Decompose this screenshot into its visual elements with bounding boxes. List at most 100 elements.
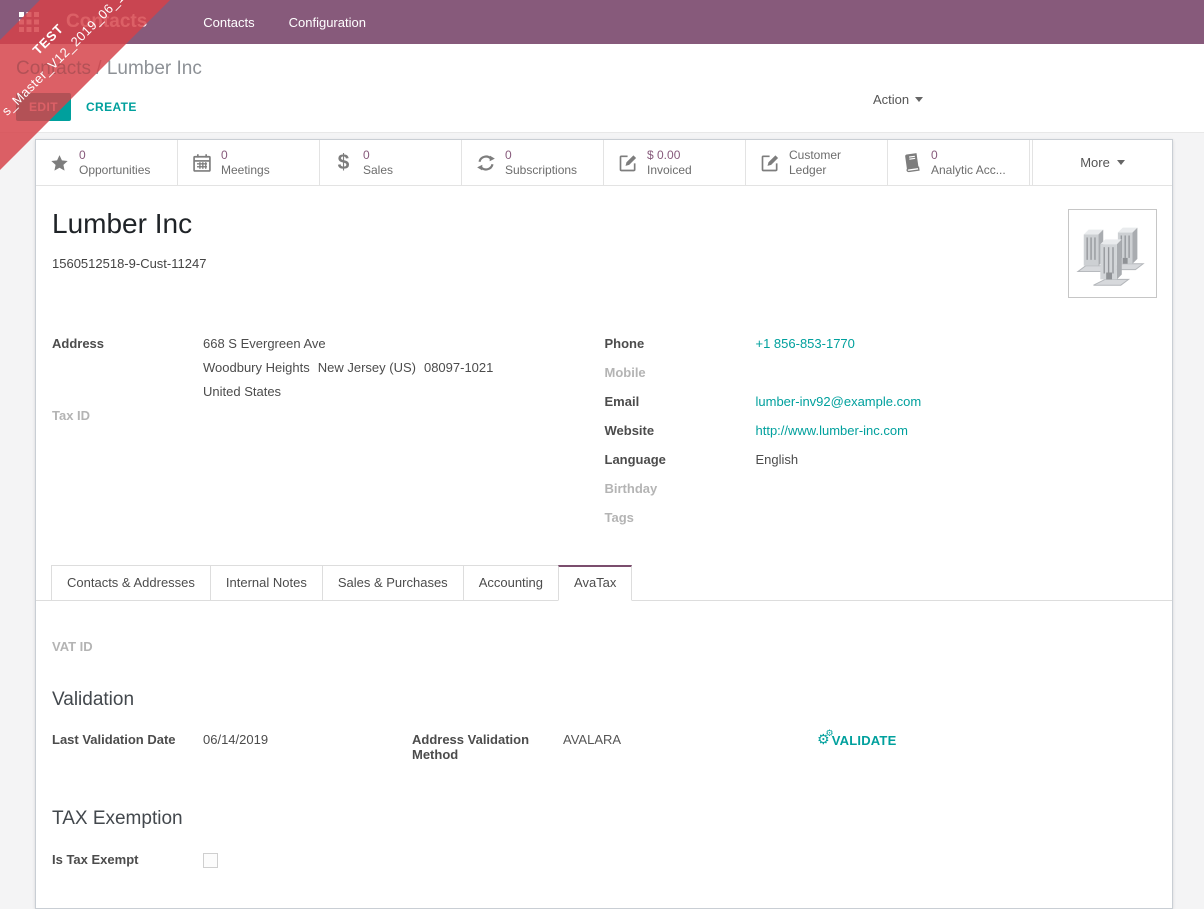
dollar-icon: $ — [333, 152, 354, 173]
address-validation-method-value: AVALARA — [563, 732, 621, 762]
address-value: 668 S Evergreen Ave Woodbury Heights New … — [203, 334, 493, 401]
field-last-validation-date: Last Validation Date 06/14/2019 — [52, 732, 412, 747]
more-dropdown[interactable]: More — [1032, 140, 1172, 185]
stat-button-customer-ledger[interactable]: Customer Ledger — [746, 140, 888, 185]
company-avatar[interactable] — [1068, 209, 1157, 298]
validation-section-title: Validation — [52, 689, 1157, 711]
breadcrumb-parent-link[interactable]: Contacts — [16, 58, 91, 79]
language-label: Language — [605, 450, 756, 474]
tab-avatax[interactable]: AvaTax — [558, 565, 632, 601]
address-zip: 08097-1021 — [424, 360, 493, 375]
address-state: New Jersey (US) — [318, 360, 416, 375]
is-tax-exempt-label: Is Tax Exempt — [52, 852, 203, 867]
avatax-tab-content: VAT ID Validation Last Validation Date 0… — [36, 601, 1172, 908]
buildings-icon — [1074, 215, 1152, 293]
validation-row: Last Validation Date 06/14/2019 Address … — [52, 732, 1157, 762]
stat-label: Meetings — [221, 163, 270, 178]
tax-exemption-section-title: TAX Exemption — [52, 808, 1157, 830]
stat-button-analytic-accounts[interactable]: 0 Analytic Acc... — [888, 140, 1030, 185]
top-navbar: Contacts Contacts Configuration — [0, 0, 1204, 44]
create-button[interactable]: CREATE — [86, 100, 137, 114]
star-icon — [49, 153, 70, 173]
stat-value: $ 0.00 — [647, 148, 692, 163]
address-city: Woodbury Heights — [203, 360, 310, 375]
app-title[interactable]: Contacts — [66, 11, 147, 33]
navbar-menus: Contacts Configuration — [203, 15, 366, 30]
stat-label: Opportunities — [79, 163, 150, 178]
stat-label: Analytic Acc... — [931, 163, 1006, 178]
email-value[interactable]: lumber-inv92@example.com — [756, 392, 922, 416]
breadcrumb-current: Lumber Inc — [107, 58, 202, 79]
stat-label-line1: Customer — [789, 148, 841, 163]
phone-value[interactable]: +1 856-853-1770 — [756, 334, 855, 358]
address-label: Address — [52, 334, 203, 401]
validate-button[interactable]: ⚙⚙ VALIDATE — [817, 732, 896, 748]
apps-grid-icon[interactable] — [16, 9, 42, 35]
birthday-label: Birthday — [605, 479, 756, 503]
chevron-down-icon — [1117, 160, 1125, 165]
field-email: Email lumber-inv92@example.com — [605, 392, 1158, 416]
breadcrumb-separator: / — [96, 58, 107, 79]
stat-label: Invoiced — [647, 163, 692, 178]
email-label: Email — [605, 392, 756, 416]
refresh-icon — [475, 153, 496, 173]
more-dropdown-label: More — [1080, 155, 1110, 170]
tax-exemption-row: Is Tax Exempt — [52, 852, 1157, 868]
control-panel: Contacts / Lumber Inc EDIT CREATE Action — [0, 44, 1204, 133]
stat-label: Sales — [363, 163, 393, 178]
calendar-icon — [191, 153, 212, 173]
tab-internal-notes[interactable]: Internal Notes — [210, 565, 323, 601]
stat-button-invoiced[interactable]: $ 0.00 Invoiced — [604, 140, 746, 185]
apps-grid-icon-svg — [19, 12, 39, 32]
stat-button-subscriptions[interactable]: 0 Subscriptions — [462, 140, 604, 185]
edit-button[interactable]: EDIT — [16, 93, 71, 121]
record-name: Lumber Inc — [52, 208, 206, 240]
action-dropdown[interactable]: Action — [873, 92, 923, 107]
stat-button-sales[interactable]: $ 0 Sales — [320, 140, 462, 185]
chevron-down-icon — [915, 97, 923, 102]
stat-button-opportunities[interactable]: 0 Opportunities — [36, 140, 178, 185]
gears-icon: ⚙⚙ — [817, 732, 830, 748]
field-column-right: Phone +1 856-853-1770 Mobile Email lumbe… — [605, 334, 1158, 537]
stat-value: 0 — [505, 148, 577, 163]
record-sheet: 0 Opportunities — [35, 139, 1173, 909]
field-tags: Tags — [605, 508, 1158, 532]
record-reference: 1560512518-9-Cust-11247 — [52, 256, 206, 271]
control-panel-buttons: EDIT CREATE — [16, 93, 1188, 121]
last-validation-date-label: Last Validation Date — [52, 732, 203, 747]
address-country: United States — [203, 382, 493, 401]
field-mobile: Mobile — [605, 363, 1158, 387]
address-line1: 668 S Evergreen Ave — [203, 334, 493, 353]
nav-menu-contacts[interactable]: Contacts — [203, 15, 254, 30]
field-birthday: Birthday — [605, 479, 1158, 503]
is-tax-exempt-checkbox[interactable] — [203, 853, 218, 868]
field-column-left: Address 668 S Evergreen Ave Woodbury Hei… — [52, 334, 605, 537]
nav-menu-configuration[interactable]: Configuration — [289, 15, 366, 30]
field-address: Address 668 S Evergreen Ave Woodbury Hei… — [52, 334, 605, 401]
field-vat-id: VAT ID — [52, 637, 1157, 661]
tax-id-label: Tax ID — [52, 406, 203, 430]
field-website: Website http://www.lumber-inc.com — [605, 421, 1158, 445]
record-header: Lumber Inc 1560512518-9-Cust-11247 — [36, 186, 1172, 298]
form-view-area: 0 Opportunities — [0, 133, 1204, 909]
address-validation-method-label: Address Validation Method — [412, 732, 563, 762]
tab-contacts-addresses[interactable]: Contacts & Addresses — [51, 565, 211, 601]
mobile-label: Mobile — [605, 363, 756, 387]
stat-button-meetings[interactable]: 0 Meetings — [178, 140, 320, 185]
last-validation-date-value: 06/14/2019 — [203, 732, 268, 747]
stat-value: 0 — [221, 148, 270, 163]
website-value[interactable]: http://www.lumber-inc.com — [756, 421, 908, 445]
validate-button-label: VALIDATE — [832, 733, 897, 748]
stat-label: Subscriptions — [505, 163, 577, 178]
tab-sales-purchases[interactable]: Sales & Purchases — [322, 565, 464, 601]
stat-button-box: 0 Opportunities — [36, 140, 1172, 186]
notebook-tabs: Contacts & Addresses Internal Notes Sale… — [36, 565, 1172, 601]
action-dropdown-label: Action — [873, 92, 909, 107]
edit-icon — [759, 153, 780, 173]
field-tax-id: Tax ID — [52, 406, 605, 430]
field-address-validation-method: Address Validation Method AVALARA — [412, 732, 782, 762]
tab-accounting[interactable]: Accounting — [463, 565, 559, 601]
website-label: Website — [605, 421, 756, 445]
phone-label: Phone — [605, 334, 756, 358]
vat-id-label: VAT ID — [52, 637, 203, 661]
